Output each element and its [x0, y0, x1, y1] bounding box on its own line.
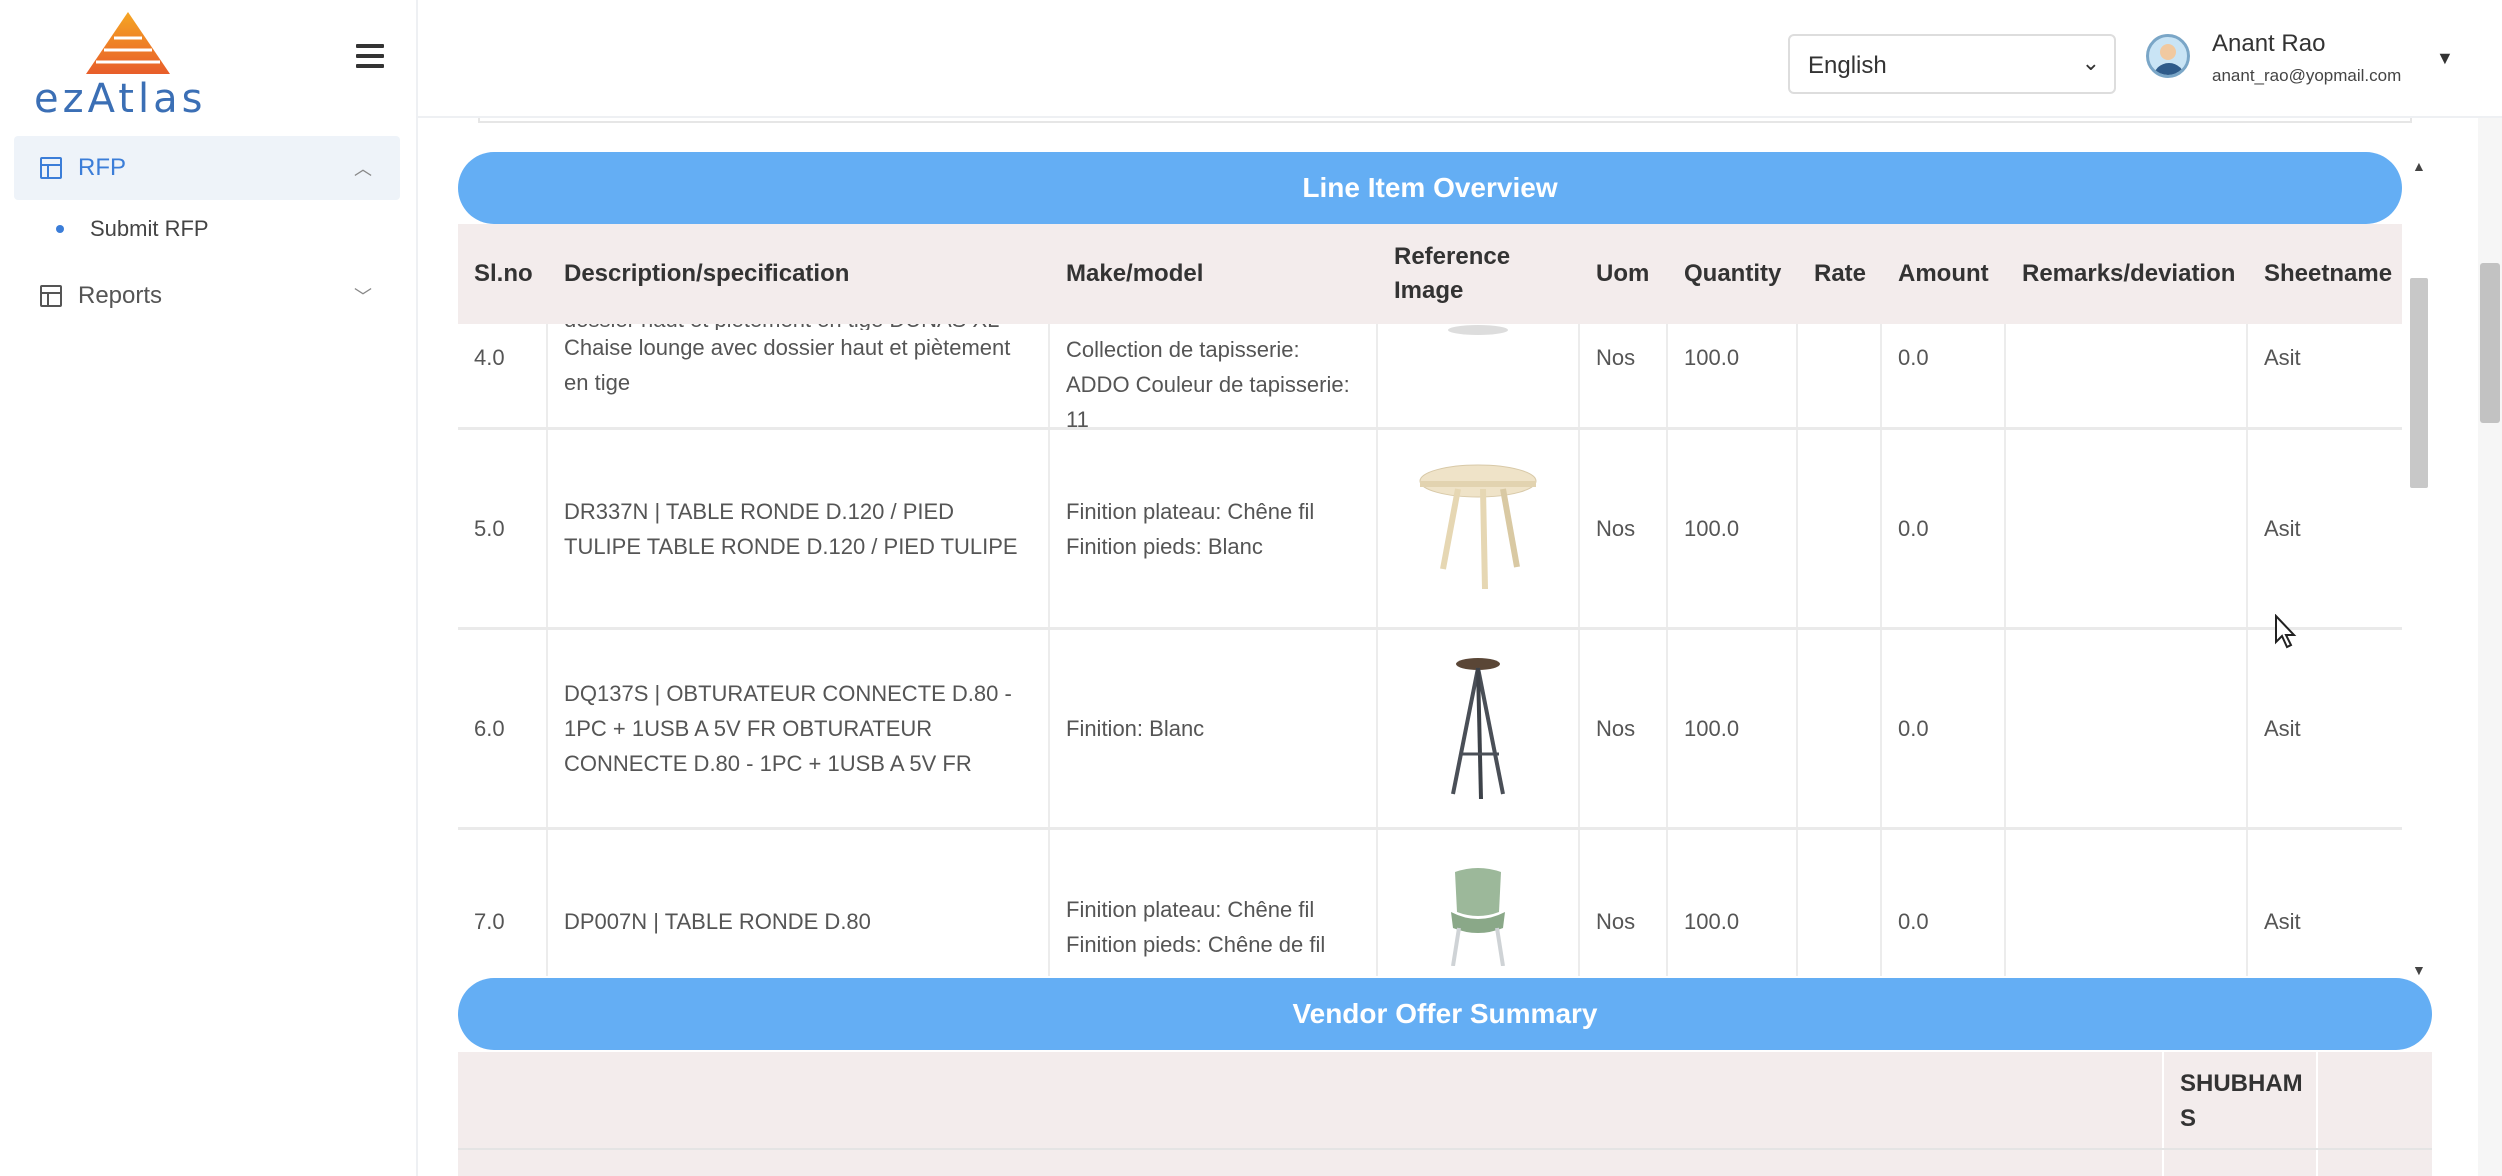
chevron-down-icon: ⌄ [2081, 50, 2100, 75]
column-header: Remarks/deviation [2022, 260, 2236, 287]
cell-make: Finition: Blanc [1050, 630, 1378, 827]
page-scrollbar[interactable] [2478, 118, 2502, 1176]
column-header: Rate [1814, 260, 1867, 287]
cell-slno: 7.0 [458, 830, 548, 976]
previous-table-row [478, 118, 2412, 123]
cell-uom: Nos [1580, 310, 1668, 427]
sidebar-item-rfp[interactable]: RFP ︿ [14, 136, 400, 200]
language-value: English [1808, 52, 1887, 79]
sidebar-item-label: RFP [78, 154, 126, 181]
avatar[interactable] [2146, 34, 2190, 78]
cell-uom: Nos [1580, 630, 1668, 827]
cell-slno: 4.0 [458, 310, 548, 427]
description-text: Chaise lounge avec dossier haut et piète… [564, 335, 1011, 395]
column-header: Sheetname [2264, 260, 2393, 287]
scrollbar-thumb[interactable] [2410, 278, 2428, 488]
brand-name: ezAtlas [34, 76, 207, 122]
column-header: Quantity [1684, 260, 1782, 287]
cell-make: Finition plateau: Chêne fil Finition pie… [1050, 830, 1378, 976]
cell-make: Collection de tapisserie: ADDO Couleur d… [1050, 310, 1378, 432]
cell-uom: Nos [1580, 430, 1668, 627]
bullet-icon [56, 225, 64, 233]
language-select[interactable]: English ⌄ [1788, 34, 2116, 94]
table-row: 7.0 DP007N | TABLE RONDE D.80 Finition p… [458, 830, 2402, 976]
cell-quantity: 100.0 [1668, 310, 1798, 427]
column-header: Reference Image [1394, 243, 1511, 304]
green-chair-image[interactable] [1433, 866, 1523, 966]
top-bar: English ⌄ Anant Rao anant_rao@yopmail.co… [418, 0, 2502, 118]
table-row: 6.0 DQ137S | OBTURATEUR CONNECTE D.80 - … [458, 630, 2402, 830]
bar-stool-image[interactable] [1433, 654, 1523, 804]
cell-image [1378, 430, 1580, 627]
vendor-summary-row [458, 1148, 2432, 1176]
cell-sheetname: Asit [2264, 909, 2301, 934]
cell-remarks [2006, 830, 2248, 976]
cell-amount: 0.0 [1882, 630, 2006, 827]
cell-description: DP007N | TABLE RONDE D.80 [548, 830, 1050, 976]
scroll-down-icon[interactable]: ▼ [2412, 962, 2426, 978]
sidebar-subitem-submit-rfp[interactable]: Submit RFP [56, 216, 209, 242]
column-header: Make/model [1066, 260, 1204, 287]
cell-description: dossier haut et piètement en tige DUNAS … [548, 310, 1050, 427]
column-header: Sl.no [474, 260, 533, 287]
cell-uom: Nos [1580, 830, 1668, 976]
sidebar-item-reports[interactable]: Reports ﹀ [14, 264, 400, 328]
cell-description: DQ137S | OBTURATEUR CONNECTE D.80 - 1PC … [548, 630, 1050, 827]
cell-rate [1798, 630, 1882, 827]
table-header: Sl.no Description/specification Make/mod… [458, 224, 2402, 324]
user-email: anant_rao@yopmail.com [2212, 66, 2402, 85]
sidebar-item-label: Reports [78, 282, 163, 309]
cell-remarks [2006, 430, 2248, 627]
chevron-down-icon: ﹀ [354, 287, 372, 307]
cell-image [1378, 630, 1580, 827]
caret-down-icon[interactable]: ▼ [2436, 48, 2454, 69]
menu-toggle-icon[interactable] [356, 44, 384, 68]
scrollbar-thumb[interactable] [2480, 263, 2500, 423]
cell-image [1378, 310, 1580, 427]
column-header: Uom [1596, 260, 1650, 287]
table-row: 5.0 DR337N | TABLE RONDE D.120 / PIED TU… [458, 430, 2402, 630]
table-body: 4.0 dossier haut et piètement en tige DU… [458, 310, 2402, 976]
cell-rate [1798, 430, 1882, 627]
column-header: Description/specification [564, 260, 850, 287]
cell-description: DR337N | TABLE RONDE D.120 / PIED TULIPE… [548, 430, 1050, 627]
section-title-line-item-overview: Line Item Overview [458, 152, 2402, 224]
cell-amount: 0.0 [1882, 430, 2006, 627]
cell-quantity: 100.0 [1668, 430, 1798, 627]
cell-image [1378, 830, 1580, 976]
table-icon [40, 285, 62, 307]
column-header: Amount [1898, 260, 1989, 287]
cell-quantity: 100.0 [1668, 830, 1798, 976]
line-item-table[interactable]: Sl.no Description/specification Make/mod… [458, 224, 2402, 976]
cell-amount: 0.0 [1882, 830, 2006, 976]
scroll-up-icon[interactable]: ▲ [2412, 158, 2426, 174]
cell-sheetname: Asit [2264, 716, 2301, 741]
table-row: 4.0 dossier haut et piètement en tige DU… [458, 310, 2402, 432]
cell-rate [1798, 310, 1882, 427]
sidebar: ezAtlas RFP ︿ Submit RFP Reports ﹀ [0, 0, 418, 1176]
main-content: Line Item Overview Sl.no Description/spe… [418, 118, 2478, 1176]
chevron-up-icon: ︿ [354, 159, 372, 179]
cell-quantity: 100.0 [1668, 630, 1798, 827]
cell-rate [1798, 830, 1882, 976]
cell-make: Finition plateau: Chêne fil Finition pie… [1050, 430, 1378, 627]
logo-triangle-icon [86, 12, 170, 74]
cell-remarks [2006, 310, 2248, 427]
user-name[interactable]: Anant Rao [2212, 30, 2325, 58]
cell-slno: 5.0 [458, 430, 548, 627]
table-scrollbar[interactable]: ▲ ▼ [2406, 158, 2432, 978]
cell-amount: 0.0 [1882, 310, 2006, 427]
table-icon [40, 157, 62, 179]
cell-sheetname: Asit [2264, 345, 2301, 370]
round-table-image[interactable] [1413, 459, 1543, 599]
mouse-cursor-icon [2275, 614, 2297, 649]
cell-remarks [2006, 630, 2248, 827]
cell-slno: 6.0 [458, 630, 548, 827]
sidebar-subitem-label: Submit RFP [90, 216, 209, 241]
section-title-vendor-offer-summary: Vendor Offer Summary [458, 978, 2432, 1050]
app-logo[interactable]: ezAtlas [34, 10, 220, 122]
cell-sheetname: Asit [2264, 516, 2301, 541]
